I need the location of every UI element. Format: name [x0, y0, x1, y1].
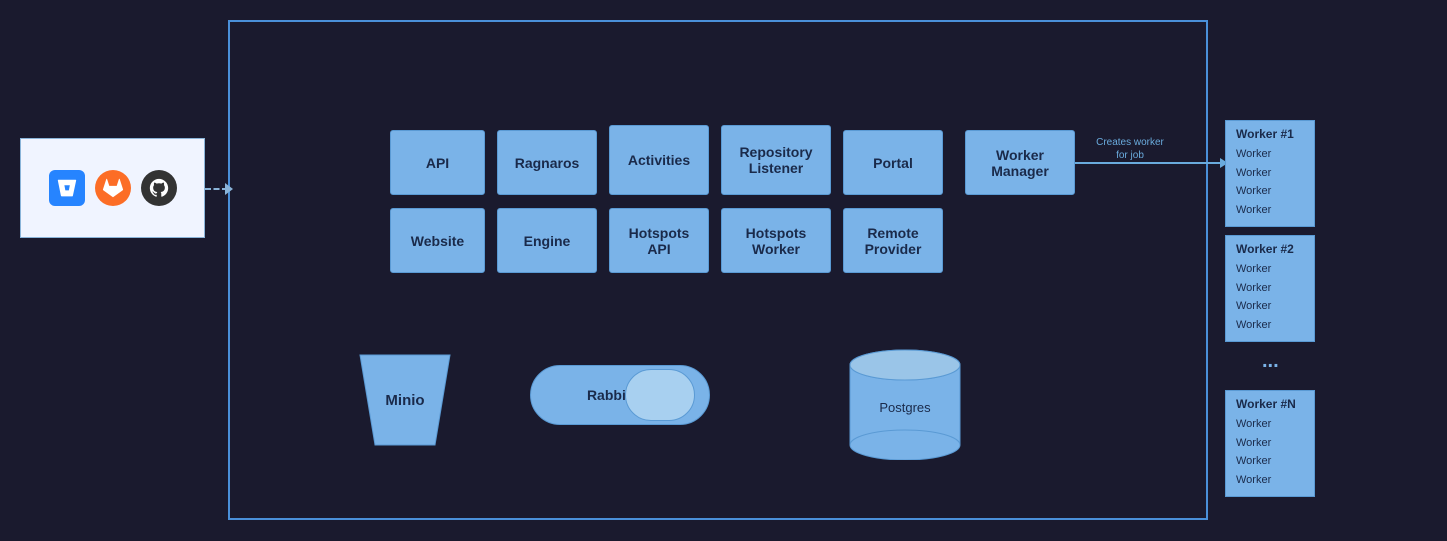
- worker-group-2-title: Worker #2: [1236, 242, 1304, 256]
- service-website: Website: [390, 208, 485, 273]
- arrow-label: Creates worker for job: [1090, 136, 1170, 162]
- github-icon: [141, 170, 177, 206]
- service-hotspots-api: Hotspots API: [609, 208, 709, 273]
- service-hotspots-worker: Hotspots Worker: [721, 208, 831, 273]
- postgres-shape: Postgres: [840, 340, 970, 460]
- svg-text:Postgres: Postgres: [879, 400, 931, 415]
- minio-shape: Minio: [340, 345, 470, 455]
- worker-group-n-title: Worker #N: [1236, 397, 1304, 411]
- workers-dots: ...: [1262, 350, 1279, 373]
- svg-text:Minio: Minio: [385, 392, 424, 409]
- service-portal: Portal: [843, 130, 943, 195]
- rabbitmq-inner-pill: [625, 369, 695, 421]
- worker-group-1: Worker #1 WorkerWorkerWorkerWorker: [1225, 120, 1315, 227]
- gitlab-icon: [95, 170, 131, 206]
- arrow-line: [1075, 162, 1220, 164]
- worker-group-2: Worker #2 WorkerWorkerWorkerWorker: [1225, 235, 1315, 342]
- worker-group-1-items: WorkerWorkerWorkerWorker: [1236, 145, 1304, 220]
- bitbucket-icon: [49, 170, 85, 206]
- service-ragnaros: Ragnaros: [497, 130, 597, 195]
- service-engine: Engine: [497, 208, 597, 273]
- canvas: API Ragnaros Activities Repository Liste…: [0, 0, 1447, 541]
- worker-group-n: Worker #N WorkerWorkerWorkerWorker: [1225, 390, 1315, 497]
- service-activities: Activities: [609, 125, 709, 195]
- worker-group-n-items: WorkerWorkerWorkerWorker: [1236, 415, 1304, 490]
- dashed-connector-arrowhead: [225, 183, 233, 195]
- service-remote-provider: Remote Provider: [843, 208, 943, 273]
- source-icons-box: [20, 138, 205, 238]
- service-worker-manager: Worker Manager: [965, 130, 1075, 195]
- worker-group-2-items: WorkerWorkerWorkerWorker: [1236, 260, 1304, 335]
- worker-group-1-title: Worker #1: [1236, 127, 1304, 141]
- service-repository-listener: Repository Listener: [721, 125, 831, 195]
- service-api: API: [390, 130, 485, 195]
